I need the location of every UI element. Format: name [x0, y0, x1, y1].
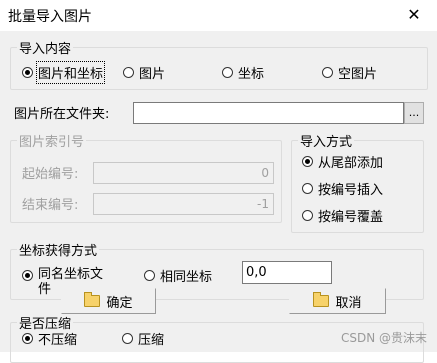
ok-button-label: 确定 [106, 295, 133, 311]
end-index-input[interactable]: -1 [93, 193, 274, 215]
radio-insert-by-index[interactable]: 按编号插入 [302, 179, 384, 198]
radio-unselected-icon [123, 66, 134, 78]
radio-image-and-coord[interactable]: 图片和坐标 [22, 60, 106, 84]
end-index-label: 结束编号: [22, 198, 79, 213]
radio-selected-icon [22, 269, 33, 281]
batch-import-dialog: 批量导入图片 ✕ 导入内容 图片和坐标 图片 坐标 空图片 图片所在文件夹: .… [0, 0, 437, 363]
radio-label: 图片 [139, 66, 166, 82]
radio-same-coord[interactable]: 相同坐标 [144, 266, 213, 285]
browse-button[interactable]: ... [404, 102, 424, 124]
radio-selected-icon [22, 66, 33, 78]
radio-append-tail[interactable]: 从尾部添加 [302, 152, 384, 171]
radio-label: 图片和坐标 [35, 60, 106, 84]
radio-label: 坐标 [238, 66, 265, 82]
radio-unselected-icon [302, 182, 313, 194]
close-icon[interactable]: ✕ [401, 3, 427, 27]
radio-unselected-icon [144, 269, 155, 281]
cancel-button[interactable]: 取消 [289, 288, 386, 314]
radio-label: 相同坐标 [160, 269, 213, 285]
radio-no-compress[interactable]: 不压缩 [22, 329, 78, 348]
radio-selected-icon [302, 155, 313, 167]
radio-label: 不压缩 [38, 332, 78, 348]
radio-label: 压缩 [138, 332, 165, 348]
radio-overwrite-by-index[interactable]: 按编号覆盖 [302, 206, 384, 225]
radio-unselected-icon [322, 66, 333, 78]
ok-button[interactable]: 确定 [61, 288, 156, 314]
radio-unselected-icon [122, 332, 133, 344]
radio-compress[interactable]: 压缩 [122, 329, 165, 348]
window-title: 批量导入图片 [8, 9, 92, 25]
index-legend: 图片索引号 [19, 135, 85, 150]
folder-icon [313, 292, 330, 307]
radio-unselected-icon [222, 66, 233, 78]
start-index-label: 起始编号: [22, 167, 79, 182]
radio-unselected-icon [302, 209, 313, 221]
title-bar: 批量导入图片 ✕ [0, 0, 437, 31]
radio-label: 从尾部添加 [318, 155, 384, 171]
coord-value-input[interactable]: 0,0 [242, 261, 332, 284]
radio-empty-image[interactable]: 空图片 [322, 63, 378, 82]
radio-image-only[interactable]: 图片 [123, 63, 166, 82]
cancel-button-label: 取消 [335, 295, 362, 311]
radio-coord-only[interactable]: 坐标 [222, 63, 265, 82]
radio-label: 空图片 [338, 66, 378, 82]
folder-icon [84, 292, 101, 307]
radio-same-name-coord-file[interactable]: 同名坐标文件 [22, 266, 110, 297]
start-index-input[interactable]: 0 [93, 162, 274, 184]
radio-selected-icon [22, 332, 33, 344]
folder-path-input[interactable] [133, 102, 404, 124]
watermark: CSDN @贵沫末 [340, 331, 427, 345]
coord-source-legend: 坐标获得方式 [19, 244, 98, 259]
radio-label: 按编号插入 [318, 182, 384, 198]
import-content-legend: 导入内容 [19, 42, 72, 57]
import-mode-legend: 导入方式 [300, 135, 353, 150]
radio-label: 按编号覆盖 [318, 209, 384, 225]
folder-label: 图片所在文件夹: [14, 107, 110, 122]
